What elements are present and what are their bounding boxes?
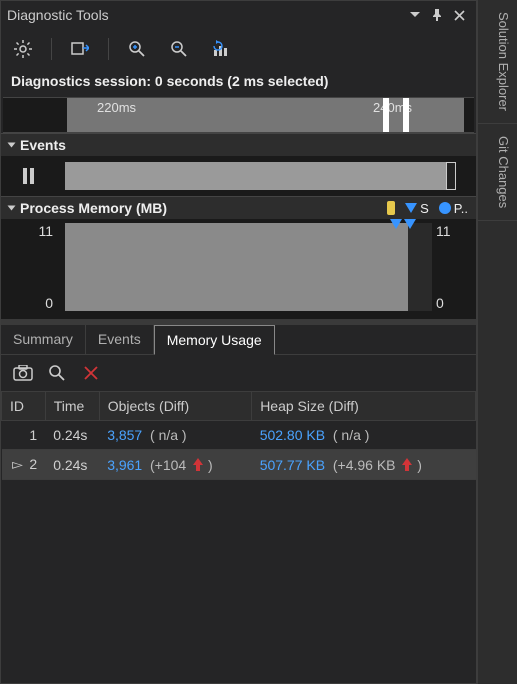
panel-title: Diagnostic Tools [7,7,404,23]
memory-legend: S P.. [387,201,468,216]
tab-memory-usage[interactable]: Memory Usage [154,325,275,355]
divider [51,38,52,60]
circle-icon [439,202,451,214]
table-row[interactable]: 10.24s3,857 ( n/a )502.80 KB ( n/a ) [2,421,476,450]
y-axis-right: 11 0 [436,223,468,311]
pin-button[interactable] [426,4,448,26]
ruler-tick-label: 220ms [97,100,136,115]
current-row-icon: ▻ [10,456,26,473]
select-tools-button[interactable] [66,35,94,63]
delete-button[interactable] [79,361,103,385]
memory-area [65,223,432,311]
snapshot-icon [390,219,402,229]
cell-time: 0.24s [45,450,99,480]
col-id[interactable]: ID [2,392,46,421]
session-status: Diagnostics session: 0 seconds (2 ms sel… [1,69,476,97]
window-options-button[interactable] [404,4,426,26]
events-bar [65,162,446,190]
cell-objects: 3,961 (+104 ) [99,450,252,480]
reset-view-button[interactable] [207,35,235,63]
y-axis-left: 11 0 [21,223,53,311]
selection-handle[interactable] [383,98,389,132]
heap-link[interactable]: 502.80 KB [260,427,325,443]
tab-solution-explorer[interactable]: Solution Explorer [478,0,517,124]
selection-handle[interactable] [403,98,409,132]
tab-summary[interactable]: Summary [1,325,86,354]
chevron-down-icon [8,206,16,211]
toolbar [1,29,476,69]
table-row[interactable]: ▻ 20.24s3,961 (+104 )507.77 KB (+4.96 KB… [2,450,476,480]
tab-git-changes[interactable]: Git Changes [478,124,517,221]
private-bytes-legend: P.. [439,201,468,216]
zoom-in-button[interactable] [123,35,151,63]
snapshot-legend: S [405,201,429,216]
heap-diff: ( n/a ) [333,427,370,443]
tab-events[interactable]: Events [86,325,154,354]
col-time[interactable]: Time [45,392,99,421]
snapshot-icon [404,219,416,229]
zoom-out-button[interactable] [165,35,193,63]
timeline-ruler[interactable]: 220ms 240ms [3,97,474,133]
heap-link[interactable]: 507.77 KB [260,457,325,473]
divider [108,38,109,60]
cell-heap: 507.77 KB (+4.96 KB ) [252,450,476,480]
section-title: Events [20,137,66,153]
increase-icon [190,458,204,472]
cell-id: 1 [2,421,46,450]
diagnostic-tools-panel: Diagnostic Tools Diagnostics session: 0 … [0,0,477,684]
col-objects[interactable]: Objects (Diff) [99,392,252,421]
events-section-header[interactable]: Events [1,133,476,156]
section-title: Process Memory (MB) [20,200,167,216]
cell-objects: 3,857 ( n/a ) [99,421,252,450]
gc-marker-icon [387,201,395,215]
cell-heap: 502.80 KB ( n/a ) [252,421,476,450]
cell-id: ▻ 2 [2,450,46,480]
increase-icon [399,458,413,472]
events-marker [446,162,456,190]
objects-diff: (+104 ) [150,457,213,473]
heap-diff: (+4.96 KB ) [333,457,422,473]
snapshot-table: ID Time Objects (Diff) Heap Size (Diff) … [1,391,476,480]
cell-time: 0.24s [45,421,99,450]
detail-tabs: Summary Events Memory Usage [1,325,476,355]
snapshot-icon [405,203,417,213]
memory-chart: 11 0 11 0 [1,219,476,319]
memory-section-header[interactable]: Process Memory (MB) S P.. [1,196,476,219]
search-button[interactable] [45,361,69,385]
close-button[interactable] [448,4,470,26]
titlebar: Diagnostic Tools [1,1,476,29]
side-tab-well: Solution Explorer Git Changes [477,0,517,684]
objects-diff: ( n/a ) [150,427,187,443]
memory-actions [1,355,476,391]
settings-button[interactable] [9,35,37,63]
memory-strip [408,223,432,311]
pause-icon [13,168,43,184]
col-heap[interactable]: Heap Size (Diff) [252,392,476,421]
events-track [1,156,476,196]
chevron-down-icon [8,143,16,148]
objects-link[interactable]: 3,857 [107,427,142,443]
objects-link[interactable]: 3,961 [107,457,142,473]
snapshot-markers [390,219,416,229]
take-snapshot-button[interactable] [11,361,35,385]
